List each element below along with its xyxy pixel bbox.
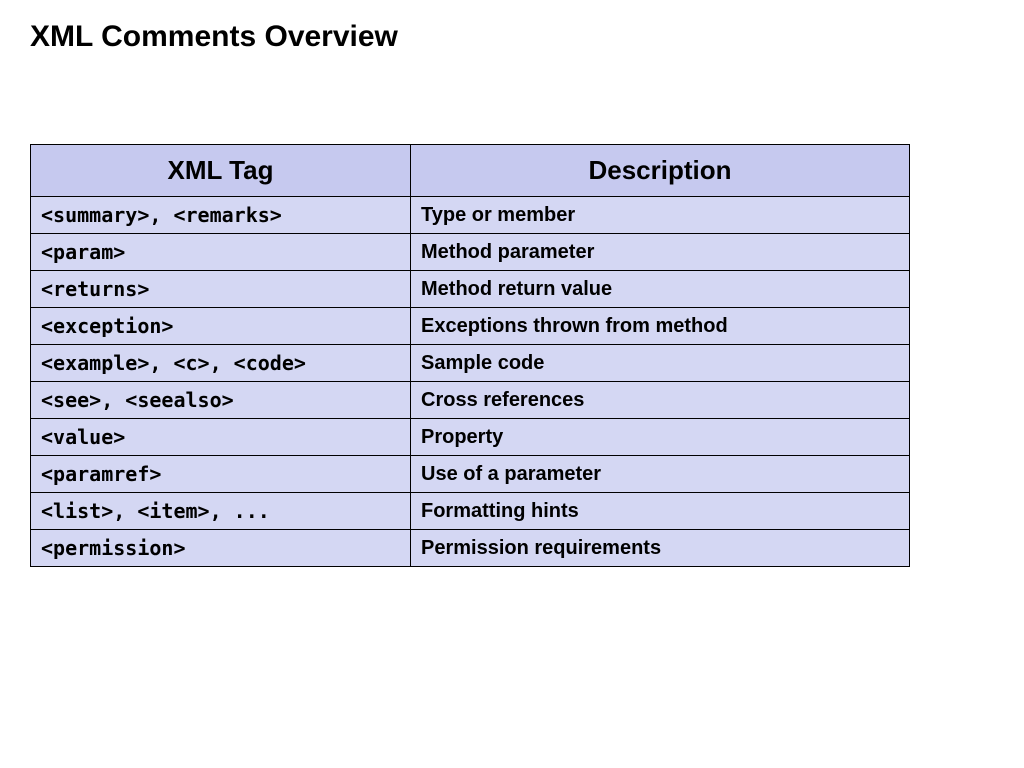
table-row: <example>, <c>, <code> Sample code xyxy=(31,345,910,382)
col-header-tag: XML Tag xyxy=(31,145,411,197)
desc-cell: Type or member xyxy=(411,197,910,234)
table-row: <param> Method parameter xyxy=(31,234,910,271)
tag-cell: <example>, <c>, <code> xyxy=(31,345,411,382)
table-row: <permission> Permission requirements xyxy=(31,530,910,567)
table-row: <see>, <seealso> Cross references xyxy=(31,382,910,419)
tag-cell: <value> xyxy=(31,419,411,456)
xml-tags-table: XML Tag Description <summary>, <remarks>… xyxy=(30,144,910,567)
tag-cell: <param> xyxy=(31,234,411,271)
table-row: <value> Property xyxy=(31,419,910,456)
desc-cell: Use of a parameter xyxy=(411,456,910,493)
table-row: <summary>, <remarks> Type or member xyxy=(31,197,910,234)
desc-cell: Method parameter xyxy=(411,234,910,271)
tag-cell: <summary>, <remarks> xyxy=(31,197,411,234)
table-row: <paramref> Use of a parameter xyxy=(31,456,910,493)
desc-cell: Exceptions thrown from method xyxy=(411,308,910,345)
table-row: <exception> Exceptions thrown from metho… xyxy=(31,308,910,345)
tag-cell: <returns> xyxy=(31,271,411,308)
desc-cell: Cross references xyxy=(411,382,910,419)
desc-cell: Formatting hints xyxy=(411,493,910,530)
tag-cell: <see>, <seealso> xyxy=(31,382,411,419)
col-header-desc: Description xyxy=(411,145,910,197)
table-row: <list>, <item>, ... Formatting hints xyxy=(31,493,910,530)
tag-cell: <list>, <item>, ... xyxy=(31,493,411,530)
table-row: <returns> Method return value xyxy=(31,271,910,308)
desc-cell: Method return value xyxy=(411,271,910,308)
tag-cell: <paramref> xyxy=(31,456,411,493)
desc-cell: Permission requirements xyxy=(411,530,910,567)
desc-cell: Sample code xyxy=(411,345,910,382)
slide: XML Comments Overview XML Tag Descriptio… xyxy=(0,0,1024,587)
tag-cell: <permission> xyxy=(31,530,411,567)
desc-cell: Property xyxy=(411,419,910,456)
page-title: XML Comments Overview xyxy=(30,20,994,54)
table-header-row: XML Tag Description xyxy=(31,145,910,197)
tag-cell: <exception> xyxy=(31,308,411,345)
